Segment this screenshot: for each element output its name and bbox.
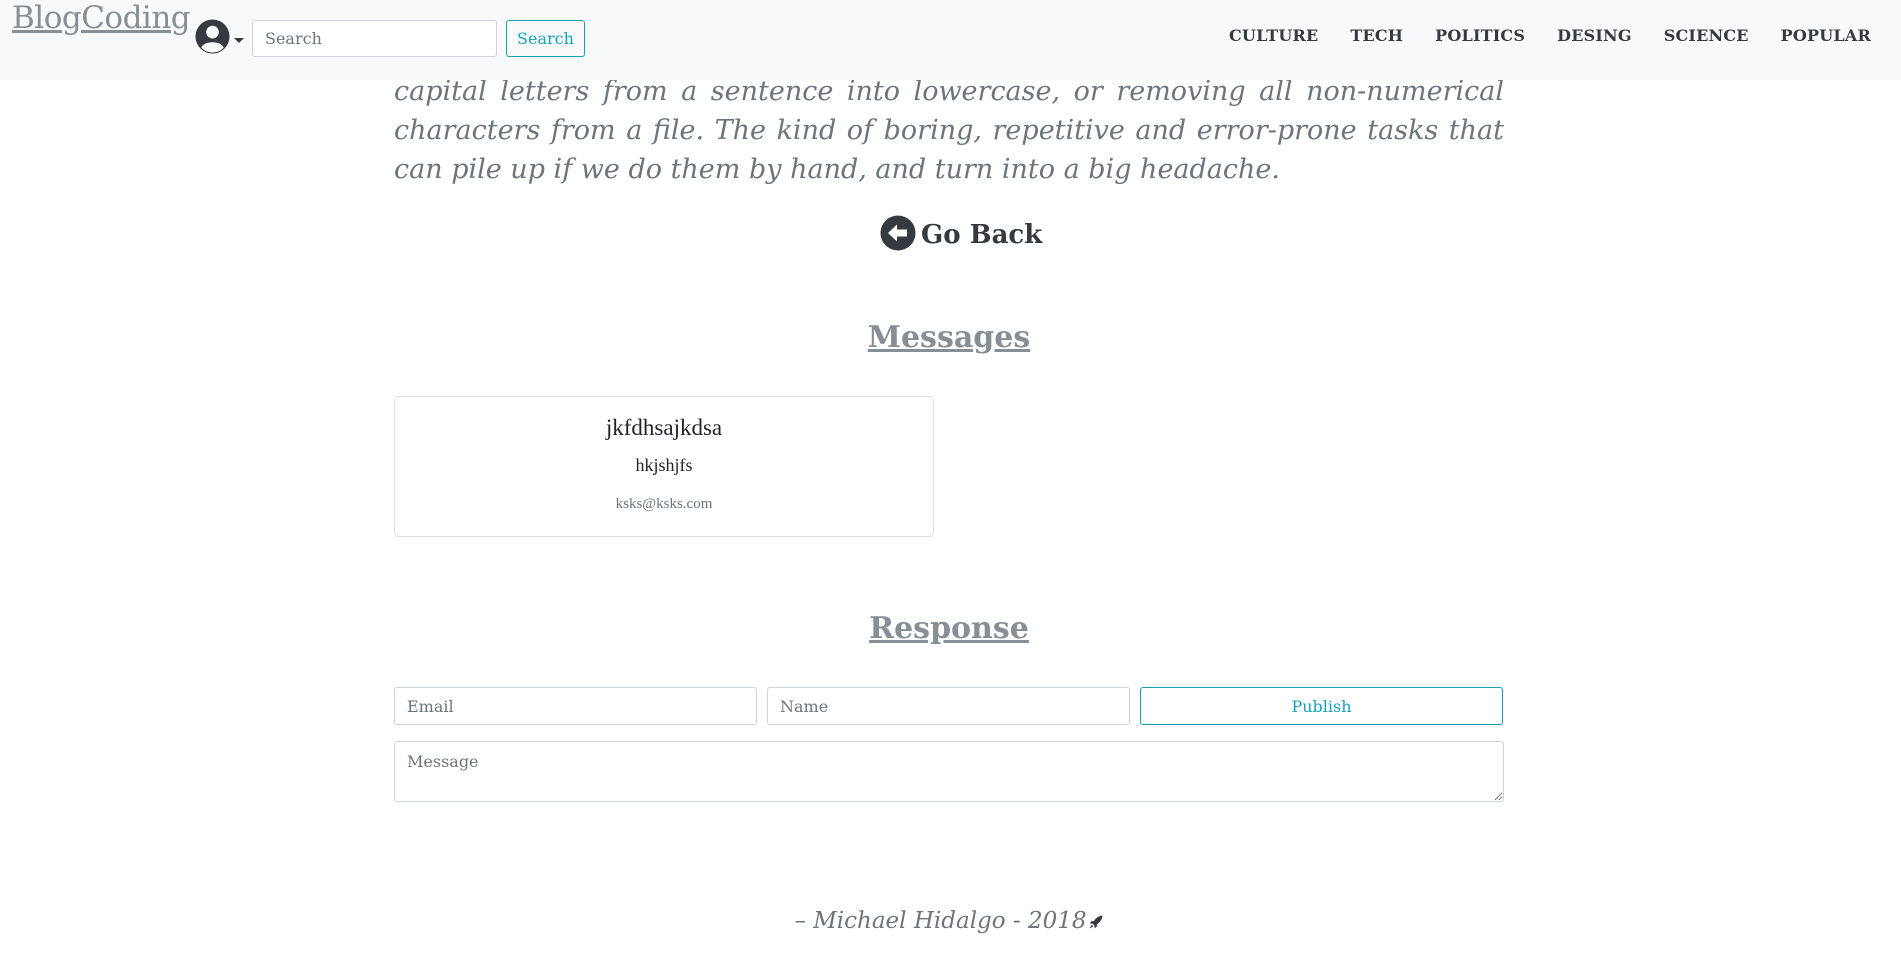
arrow-circle-left-icon[interactable] <box>880 215 916 251</box>
footer-text: – Michael Hidalgo - 2018 <box>794 908 1087 934</box>
rocket-icon <box>1089 915 1103 929</box>
message-title: jkfdhsajkdsa <box>605 415 723 440</box>
nav-link-tech[interactable]: TECH <box>1350 26 1403 45</box>
navbar: BlogCoding Search CULTURE TECH POLITICS … <box>0 0 1901 80</box>
nav-link-politics[interactable]: POLITICS <box>1435 26 1525 45</box>
brand-logo-link[interactable]: BlogCoding <box>12 0 191 36</box>
search-input[interactable] <box>252 20 497 57</box>
nav-links: CULTURE TECH POLITICS DESING SCIENCE POP… <box>1197 26 1871 45</box>
response-heading: Response <box>869 611 1029 646</box>
go-back-label[interactable]: Go Back <box>921 220 1042 250</box>
messages-heading: Messages <box>867 320 1031 355</box>
publish-button[interactable]: Publish <box>1140 687 1503 725</box>
nav-link-design[interactable]: DESING <box>1557 26 1632 45</box>
email-field[interactable] <box>394 687 757 725</box>
user-circle-icon[interactable] <box>195 19 230 54</box>
chevron-down-icon[interactable] <box>234 38 244 43</box>
go-back-link[interactable]: Go Back <box>880 215 1042 251</box>
message-body: hkjshjfs <box>635 455 693 475</box>
name-field[interactable] <box>767 687 1130 725</box>
message-card: jkfdhsajkdsa hkjshjfs ksks@ksks.com <box>394 396 934 537</box>
nav-link-science[interactable]: SCIENCE <box>1664 26 1749 45</box>
article-text: capital letters from a sentence into low… <box>394 76 1504 185</box>
nav-link-culture[interactable]: CULTURE <box>1229 26 1318 45</box>
message-field[interactable] <box>394 741 1504 802</box>
footer: – Michael Hidalgo - 2018 <box>394 908 1504 934</box>
message-email: ksks@ksks.com <box>615 496 713 512</box>
nav-link-popular[interactable]: POPULAR <box>1781 26 1871 45</box>
search-button[interactable]: Search <box>506 20 585 57</box>
